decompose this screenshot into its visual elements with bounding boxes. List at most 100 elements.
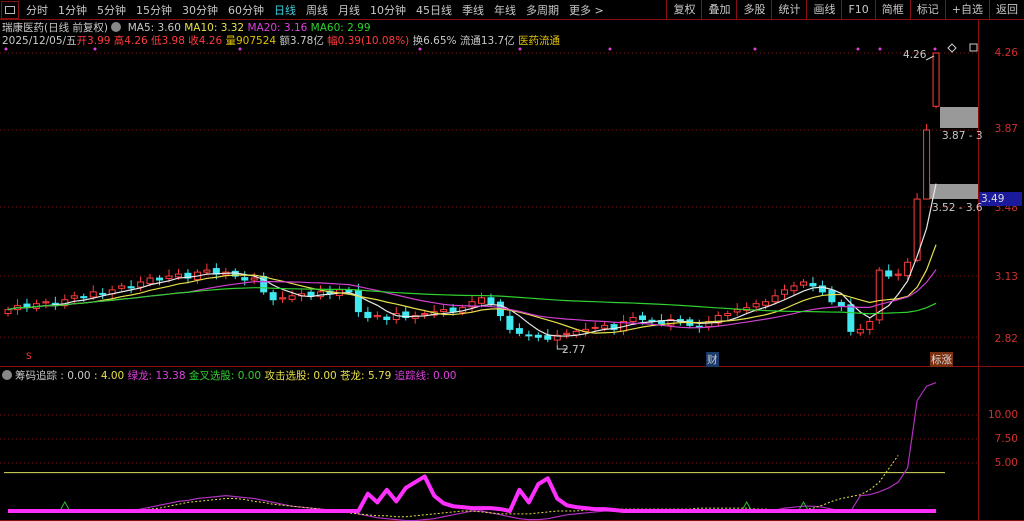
- candle-up: [42, 301, 50, 304]
- period-tab[interactable]: 日线: [269, 2, 301, 18]
- candle-up: [4, 309, 12, 315]
- signal-dot: [856, 47, 860, 51]
- indicator-value: : 4.00: [93, 370, 125, 382]
- period-tab[interactable]: 年线: [489, 2, 521, 18]
- candle-up: [70, 295, 78, 299]
- indicator-settings-icon[interactable]: [2, 370, 12, 380]
- toolbar-button[interactable]: 统计: [771, 0, 806, 20]
- sector-link[interactable]: 医药流通: [518, 35, 560, 47]
- close: 收4.26: [188, 35, 223, 47]
- kline-chart[interactable]: [0, 0, 1024, 521]
- chip-zone-label: 3.52 - 3.6: [932, 202, 983, 214]
- candle-up: [601, 324, 609, 329]
- indicator-name[interactable]: 筹码追踪: [15, 370, 57, 382]
- period-tab[interactable]: 15分钟: [131, 2, 177, 18]
- candle-down: [80, 296, 88, 299]
- attack-value: 攻击选股: 0.00: [264, 370, 337, 382]
- indicator-axis-label: 10.00: [987, 409, 1018, 421]
- period-tab[interactable]: 10分钟: [365, 2, 411, 18]
- candle-down: [847, 304, 855, 332]
- candle-down: [828, 289, 836, 303]
- candle-down: [99, 292, 107, 295]
- candle-down: [269, 292, 277, 301]
- low-annotation: 2.77: [562, 344, 586, 356]
- limit-up-mark[interactable]: 标涨: [930, 352, 953, 367]
- amount: 额3.78亿: [279, 35, 324, 47]
- toolbar-button[interactable]: 简框: [874, 0, 910, 20]
- period-tab[interactable]: 季线: [457, 2, 489, 18]
- toolbar-button[interactable]: 复权: [666, 0, 701, 20]
- date: 2025/12/05/五: [2, 35, 77, 47]
- period-tab[interactable]: 更多 >: [564, 2, 609, 18]
- candle-up: [288, 295, 296, 300]
- period-tab[interactable]: 5分钟: [92, 2, 131, 18]
- panel-toggle-icon[interactable]: [1, 0, 19, 19]
- candle-down: [487, 297, 495, 305]
- candle-down: [364, 311, 372, 319]
- indicator-value: : 0.00: [60, 370, 91, 382]
- toolbar-button[interactable]: F10: [841, 0, 874, 20]
- toolbar-button[interactable]: +自选: [944, 0, 989, 20]
- track-line-value: 追踪线: 0.00: [394, 370, 457, 382]
- high: 高4.26: [113, 35, 148, 47]
- period-tab[interactable]: 多周期: [521, 2, 564, 18]
- candle-up: [733, 309, 741, 313]
- candle-up: [866, 320, 874, 330]
- settings-icon[interactable]: [111, 22, 122, 32]
- candle-up: [279, 297, 287, 300]
- price-axis-label: 3.87: [994, 123, 1018, 135]
- quote-line: 2025/12/05/五开3.99 高4.26 低3.98 收4.26 量907…: [2, 33, 560, 48]
- period-tab[interactable]: 60分钟: [223, 2, 269, 18]
- candle-up: [174, 273, 182, 278]
- candle-up: [563, 332, 571, 335]
- candle-up: [932, 52, 940, 107]
- candle-up: [118, 285, 126, 289]
- candle-up: [762, 301, 770, 306]
- candle-up: [752, 303, 760, 308]
- price-axis-label: 3.13: [994, 271, 1018, 283]
- sell-signal-mark[interactable]: S: [26, 352, 32, 362]
- toolbar: 分时 1分钟 5分钟 15分钟 30分钟 60分钟 日线 周线 月线 10分钟 45日线 季线 年线 多周…: [0, 0, 1024, 20]
- financial-report-mark[interactable]: 财: [706, 352, 719, 367]
- candle-up: [203, 269, 211, 273]
- candle-up: [923, 129, 931, 200]
- toolbar-button[interactable]: 标记: [909, 0, 945, 20]
- candle-down: [156, 277, 164, 281]
- chip-zone: [930, 184, 978, 199]
- toolbar-button[interactable]: 多股: [736, 0, 771, 20]
- indicator-axis-label: 5.00: [994, 457, 1018, 469]
- candle-up: [89, 291, 97, 298]
- toolbar-button[interactable]: 返回: [989, 0, 1024, 20]
- candle-up: [781, 289, 789, 295]
- candle-up: [421, 313, 429, 316]
- period-tab[interactable]: 分时: [21, 2, 53, 18]
- period-tab[interactable]: 周线: [301, 2, 333, 18]
- candle-up: [629, 317, 637, 322]
- high-annotation: 4.26: [903, 49, 927, 61]
- candle-down: [534, 334, 542, 338]
- period-tab[interactable]: 1分钟: [53, 2, 92, 18]
- panel-icon: [969, 43, 978, 52]
- diamond-icon: [947, 43, 957, 53]
- candle-down: [809, 283, 817, 287]
- price-axis-label: 4.26: [994, 47, 1018, 59]
- toolbar-button[interactable]: 叠加: [701, 0, 736, 20]
- period-tab[interactable]: 45日线: [411, 2, 457, 18]
- low: 低3.98: [151, 35, 185, 47]
- candle-down: [544, 335, 552, 340]
- candle-up: [146, 277, 154, 285]
- period-tab[interactable]: 月线: [333, 2, 365, 18]
- candle-up: [373, 315, 381, 318]
- candle-up: [894, 273, 902, 276]
- candle-down: [307, 291, 315, 297]
- signal-dot: [933, 47, 937, 51]
- candle-down: [241, 277, 249, 281]
- open: 开3.99: [76, 35, 111, 47]
- candle-up: [165, 275, 173, 279]
- period-tab[interactable]: 30分钟: [177, 2, 223, 18]
- candle-up: [137, 281, 145, 288]
- signal-dot: [753, 47, 757, 51]
- candle-down: [383, 316, 391, 320]
- toolbar-button[interactable]: 画线: [806, 0, 841, 20]
- candle-up: [440, 309, 448, 313]
